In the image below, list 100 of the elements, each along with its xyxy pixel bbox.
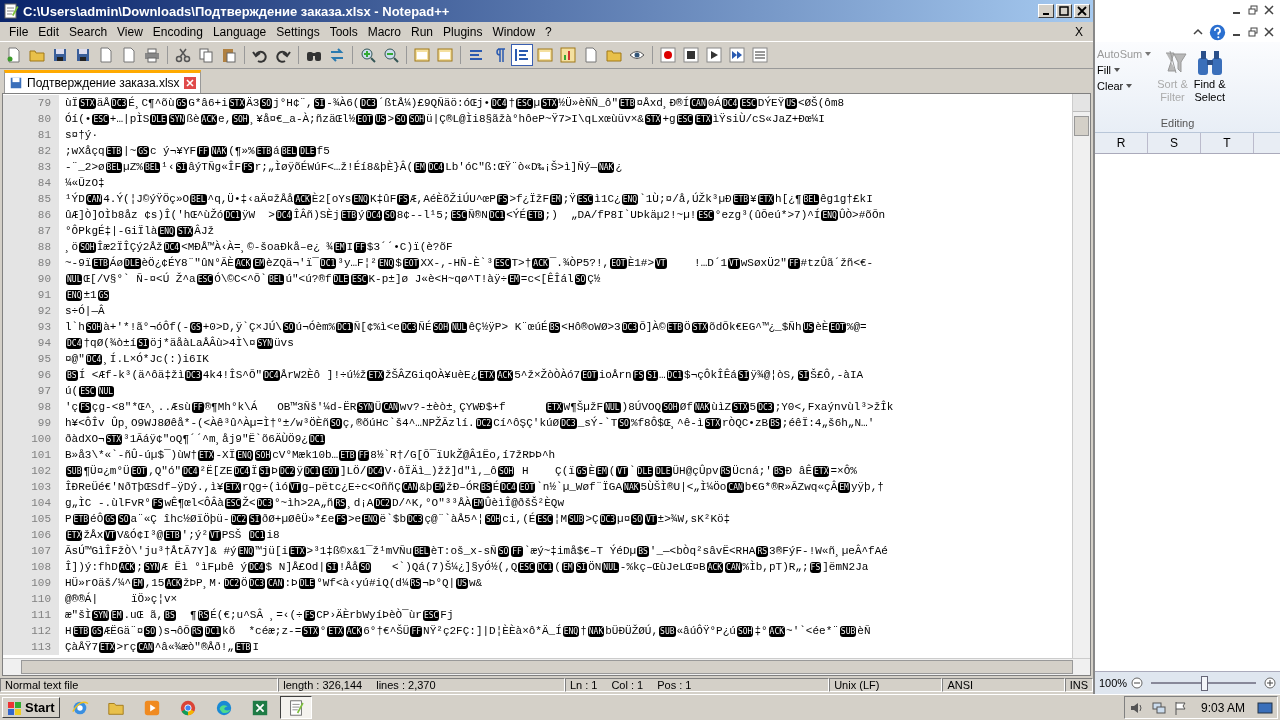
caret-icon[interactable] <box>1114 68 1121 72</box>
control-character-badge: ETX <box>198 449 215 461</box>
zoom-in-icon[interactable] <box>1264 677 1276 689</box>
menu-item[interactable]: Edit <box>33 24 65 39</box>
list-icon[interactable] <box>750 45 770 65</box>
clear-button[interactable]: Clear <box>1097 80 1124 92</box>
control-character-badge: SOH <box>662 401 679 413</box>
column-header[interactable]: R <box>1095 133 1148 153</box>
control-character-badge: EOT <box>610 257 627 269</box>
close-icon[interactable] <box>1264 27 1274 37</box>
control-character-badge: GS <box>97 289 110 301</box>
control-character-badge: ACK <box>706 561 724 573</box>
show-desktop-icon[interactable] <box>1257 699 1273 716</box>
menu-item[interactable]: ? <box>540 24 557 39</box>
control-character-badge: ENQ <box>352 193 369 205</box>
menu-item[interactable]: Language <box>207 24 272 39</box>
control-character-badge: EOT <box>322 465 339 477</box>
file-tab[interactable]: Подтверждение заказа.xlsx <box>4 70 201 93</box>
zoom-in-icon[interactable] <box>358 45 378 65</box>
control-character-badge: ETB <box>619 97 636 109</box>
code-text: j°H¢¨, <box>273 97 313 109</box>
find-select-button[interactable]: Find & Select <box>1193 48 1226 104</box>
column-header[interactable]: S <box>1148 133 1201 153</box>
menu-item[interactable]: Window <box>487 24 541 39</box>
control-character-badge: DC2 <box>230 513 248 525</box>
control-character-badge: FF <box>197 145 209 157</box>
vertical-scrollbar[interactable] <box>1072 94 1090 658</box>
menu-item[interactable]: View <box>112 24 148 39</box>
control-character-badge: EM <box>838 481 850 493</box>
caret-icon[interactable] <box>1145 52 1152 56</box>
code-text: a¨«Ç îhc½ØïÖþü- <box>130 513 230 525</box>
code-text: ÛÒ>#õÕn <box>838 209 886 221</box>
control-character-badge: SYN <box>256 337 273 349</box>
code-text: éÔ <box>90 513 104 525</box>
fill-button[interactable]: Fill <box>1097 64 1112 76</box>
indent-icon[interactable] <box>512 45 532 65</box>
code-text: ÆËGä¨¤ <box>103 625 144 637</box>
control-character-badge: GS <box>190 321 202 333</box>
control-character-badge: SI <box>313 97 326 109</box>
column-header[interactable]: T <box>1201 133 1254 153</box>
fast-forward-icon[interactable] <box>727 45 747 65</box>
code-text: ì1C¿ <box>594 193 621 205</box>
menu-item[interactable]: Search <box>64 24 113 39</box>
control-character-badge: NAK <box>598 161 615 173</box>
copy-icon[interactable] <box>196 45 216 65</box>
control-character-badge: NUL <box>451 321 468 333</box>
chart-icon[interactable] <box>558 45 578 65</box>
line-number: 97 <box>3 383 59 399</box>
stop-icon[interactable] <box>681 45 701 65</box>
taskbar-button[interactable] <box>279 696 312 719</box>
code-text: H Ç(ï <box>521 465 575 477</box>
control-character-badge: DLE <box>332 273 350 285</box>
play-icon[interactable] <box>704 45 724 65</box>
control-character-badge: US <box>456 577 468 589</box>
control-character-badge: ETB <box>666 321 684 333</box>
control-character-badge: SO <box>395 113 407 125</box>
help-icon[interactable] <box>1209 23 1226 41</box>
restore-icon[interactable] <box>1248 27 1258 37</box>
control-character-badge: FS <box>303 609 316 621</box>
code-text: HÜ»rOäš/¼^ <box>65 577 131 589</box>
zoom-out-icon[interactable] <box>1131 677 1144 689</box>
horizontal-scrollbar[interactable] <box>3 658 1090 675</box>
printer-icon[interactable] <box>142 45 162 65</box>
code-text: >rç <box>116 641 137 653</box>
window-icon[interactable] <box>412 45 432 65</box>
menu-item[interactable]: Macro <box>362 24 406 39</box>
code-text: ü|Ç®L@Ìi8§ãžà°hôeP~Ÿ7>I\qLxœùüv×& <box>426 113 644 125</box>
control-character-badge: DC4 <box>491 97 508 109</box>
close-button[interactable] <box>1074 4 1090 18</box>
caret-icon[interactable] <box>1126 84 1133 88</box>
minimize-button[interactable] <box>1038 4 1054 18</box>
menu-item[interactable]: Tools <box>324 24 363 39</box>
control-character-badge: SO <box>330 417 342 429</box>
code-text: Š£Ô,-àIA <box>810 369 864 381</box>
close-document-button[interactable]: X <box>1075 24 1089 39</box>
close-icon[interactable] <box>1264 5 1274 15</box>
control-character-badge: CAN <box>727 481 744 493</box>
control-character-badge: SI <box>737 369 750 381</box>
control-character-badge: DC1 <box>249 529 266 541</box>
media-player-icon <box>142 698 161 717</box>
maximize-button[interactable] <box>1056 4 1072 18</box>
menu-item[interactable]: File <box>4 24 34 39</box>
menu-item[interactable]: Plugins <box>438 24 488 39</box>
restore-icon[interactable] <box>1248 5 1258 15</box>
caret-icon[interactable] <box>1193 27 1203 37</box>
window-icon[interactable] <box>435 45 455 65</box>
menu-item[interactable]: Run <box>406 24 439 39</box>
line-number: 96 <box>3 367 59 383</box>
code-text: Ü <box>374 401 382 413</box>
flag-icon[interactable] <box>1172 699 1189 716</box>
control-character-badge: DC4 <box>500 481 517 493</box>
menu-item[interactable]: Encoding <box>147 24 208 39</box>
zoom-out-icon[interactable] <box>381 45 401 65</box>
record-icon[interactable] <box>658 45 678 65</box>
control-character-badge: ETB <box>234 641 252 653</box>
menu-item[interactable]: Settings <box>271 24 325 39</box>
start-button[interactable]: Start <box>2 697 60 718</box>
code-text: … <box>658 369 666 381</box>
network-icon[interactable] <box>1150 699 1167 716</box>
control-character-badge: ENQ <box>158 225 175 237</box>
